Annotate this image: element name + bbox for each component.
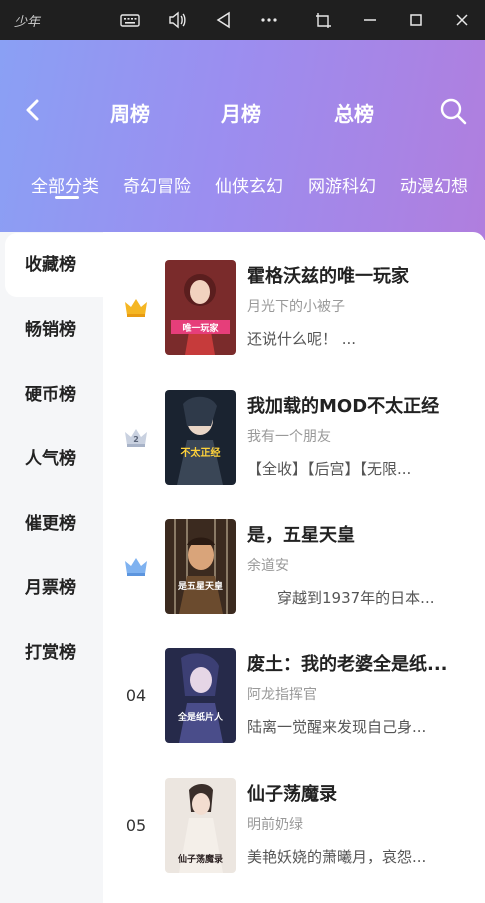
cover-text: 唯一玩家	[182, 322, 219, 334]
book-title[interactable]: 霍格沃兹的唯一玩家	[247, 262, 467, 288]
back-arrow-icon[interactable]	[20, 96, 46, 124]
search-icon[interactable]	[438, 96, 468, 126]
book-title[interactable]: 我加载的MOD不太正经	[247, 392, 467, 418]
category-xianxia[interactable]: 仙侠玄幻	[215, 172, 283, 197]
book-author: 余道安	[247, 558, 289, 574]
minimize-icon[interactable]	[358, 8, 382, 32]
category-tabs: 全部分类 奇幻冒险 仙侠玄幻 网游科幻 动漫幻想	[0, 172, 485, 206]
category-fantasy-adventure[interactable]: 奇幻冒险	[123, 172, 191, 197]
book-author: 明前奶绿	[247, 817, 303, 833]
rank-header: 周榜 月榜 总榜 全部分类 奇幻冒险 仙侠玄幻 网游科幻 动漫幻想	[0, 40, 485, 240]
category-game-scifi[interactable]: 网游科幻	[308, 172, 376, 197]
tab-weekly[interactable]: 周榜	[110, 98, 150, 127]
list-item[interactable]: 04 全是纸片人 废土：我的老婆全是纸... 阿龙指挥官 陆离一觉醒来发现自己身…	[103, 648, 485, 758]
cover-text: 不太正经	[181, 446, 221, 459]
sidebar-item-tips[interactable]: 打赏榜	[0, 621, 103, 685]
more-icon[interactable]	[257, 8, 281, 32]
category-anime-fantasy[interactable]: 动漫幻想	[400, 172, 468, 197]
book-description: 【全收】【后宫】【无限...	[247, 460, 412, 478]
book-cover[interactable]: 全是纸片人	[165, 648, 236, 743]
maximize-icon[interactable]	[404, 8, 428, 32]
rank-number: 04	[125, 685, 147, 705]
keyboard-icon[interactable]	[118, 8, 142, 32]
book-title[interactable]: 是，五星天皇	[247, 521, 467, 547]
book-description: 还说什么呢！ ...	[247, 330, 357, 348]
book-cover[interactable]: 唯一玩家	[165, 260, 236, 355]
volume-icon[interactable]	[165, 8, 189, 32]
sidebar-item-coins[interactable]: 硬币榜	[0, 363, 103, 427]
sidebar-item-popularity[interactable]: 人气榜	[0, 427, 103, 491]
cover-text: 全是纸片人	[177, 711, 224, 723]
cover-text: 仙子荡魔录	[178, 853, 223, 865]
cover-text: 是五星天皇	[177, 580, 223, 592]
book-author: 我有一个朋友	[247, 429, 331, 445]
active-category-indicator	[55, 196, 79, 199]
book-description: 穿越到1937年的日本...	[247, 589, 435, 607]
book-cover[interactable]: 是五星天皇	[165, 519, 236, 614]
list-item[interactable]: 是五星天皇 是，五星天皇 余道安 穿越到1937年的日本...	[103, 519, 485, 629]
tab-overall[interactable]: 总榜	[334, 98, 374, 127]
book-title[interactable]: 仙子荡魔录	[247, 780, 467, 806]
gold-crown-icon	[123, 294, 149, 320]
bronze-crown-icon	[123, 553, 149, 579]
book-author: 阿龙指挥官	[247, 687, 317, 703]
close-icon[interactable]	[450, 8, 474, 32]
book-cover[interactable]: 不太正经	[165, 390, 236, 485]
back-triangle-icon[interactable]	[212, 8, 236, 32]
book-author: 月光下的小被子	[247, 299, 345, 315]
book-title[interactable]: 废土：我的老婆全是纸...	[247, 650, 467, 676]
list-item[interactable]: 2 不太正经 我加载的MOD不太正经 我有一个朋友 【全收】【后宫】【无限...	[103, 390, 485, 500]
silver-crown-icon: 2	[123, 424, 149, 450]
book-cover[interactable]: 仙子荡魔录	[165, 778, 236, 873]
sidebar-item-bestseller[interactable]: 畅销榜	[0, 298, 103, 362]
list-item[interactable]: 唯一玩家 霍格沃兹的唯一玩家 月光下的小被子 还说什么呢！ ...	[103, 260, 485, 370]
window-titlebar: 少年	[0, 0, 485, 40]
rank-number: 05	[125, 815, 147, 835]
category-all[interactable]: 全部分类	[31, 172, 99, 197]
crown-rank-number: 2	[133, 435, 139, 444]
sidebar-item-favorites[interactable]: 收藏榜	[5, 233, 103, 297]
tab-monthly[interactable]: 月榜	[221, 98, 261, 127]
sidebar-item-update-request[interactable]: 催更榜	[0, 492, 103, 556]
book-description: 美艳妖娆的萧曦月，哀怨...	[247, 848, 427, 866]
screenshot-icon[interactable]	[312, 8, 336, 32]
app-name: 少年	[14, 15, 41, 30]
sidebar-item-monthly-ticket[interactable]: 月票榜	[0, 556, 103, 620]
list-item[interactable]: 05 仙子荡魔录 仙子荡魔录 明前奶绿 美艳妖娆的萧曦月，哀怨...	[103, 778, 485, 888]
book-description: 陆离一觉醒来发现自己身...	[247, 718, 427, 736]
